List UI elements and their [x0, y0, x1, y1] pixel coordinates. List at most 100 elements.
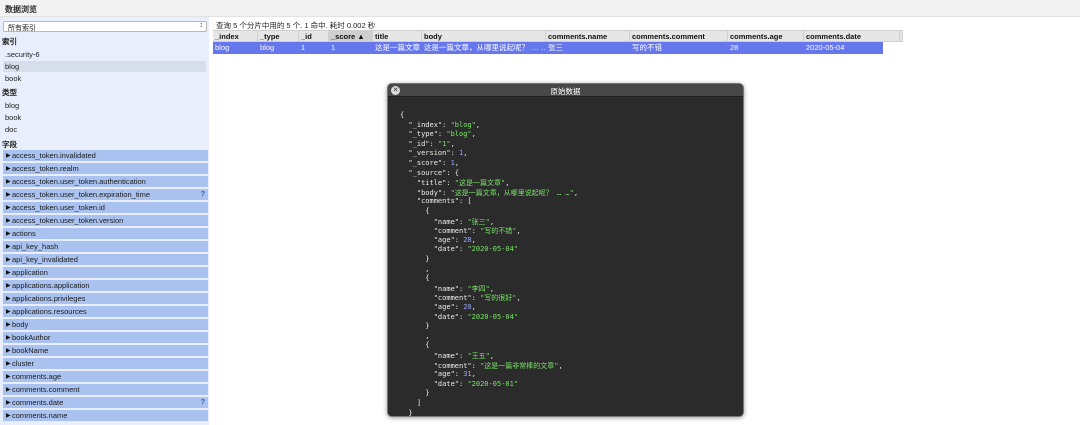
- field-item[interactable]: ▶ comments.comment: [3, 384, 208, 396]
- field-item[interactable]: ▶ applications.application: [3, 280, 208, 292]
- column-header-comments-age[interactable]: comments.age: [728, 30, 804, 42]
- field-item[interactable]: ▶ access_token.user_token.authentication: [3, 176, 208, 188]
- field-label: access_token.user_token.id: [12, 203, 105, 212]
- expand-triangle-icon[interactable]: ▶: [6, 410, 11, 422]
- result-cell-index[interactable]: blog: [213, 42, 258, 54]
- json-line: "_source": {: [400, 168, 460, 177]
- result-cell-comments-date[interactable]: 2020-05-04: [804, 42, 883, 54]
- json-line: "_index": "blog",: [400, 120, 481, 129]
- field-item[interactable]: ▶ bookAuthor: [3, 332, 208, 344]
- expand-triangle-icon[interactable]: ▶: [6, 150, 11, 162]
- result-cell-comments-name[interactable]: 张三: [546, 42, 630, 54]
- field-item[interactable]: ▶ access_token.user_token.version: [3, 215, 208, 227]
- json-line: {: [400, 274, 430, 283]
- field-item[interactable]: ▶ comments.name: [3, 410, 208, 422]
- field-label: comments.comment: [12, 385, 80, 394]
- json-line: }: [400, 322, 430, 331]
- field-item[interactable]: ▶ applications.privileges: [3, 293, 208, 305]
- index-item-security[interactable]: .security-6: [3, 49, 206, 60]
- index-item-blog[interactable]: blog: [3, 61, 206, 72]
- json-line: "comments": [: [400, 197, 472, 206]
- top-bar: 数据浏览: [0, 0, 1080, 17]
- json-line: ]: [400, 399, 422, 407]
- field-item[interactable]: ▶ api_key_hash: [3, 241, 208, 253]
- field-label: applications.privileges: [12, 294, 86, 303]
- result-cell-body[interactable]: 这是一篇文章，从哪里说起呢？ … …: [422, 42, 546, 54]
- expand-triangle-icon[interactable]: ▶: [6, 280, 11, 292]
- field-item[interactable]: ▶ comments.age: [3, 371, 208, 383]
- field-item[interactable]: ▶ api_key_invalidated: [3, 254, 208, 266]
- expand-triangle-icon[interactable]: ▶: [6, 254, 11, 266]
- field-help-icon[interactable]: ?: [201, 397, 205, 409]
- field-item[interactable]: ▶ body: [3, 319, 208, 331]
- field-label: body: [12, 320, 29, 329]
- app-title: 数据浏览: [5, 5, 37, 14]
- type-item-book[interactable]: book: [3, 112, 206, 123]
- column-header-type[interactable]: _type: [258, 30, 299, 42]
- json-line: {: [400, 207, 430, 215]
- column-header-body[interactable]: body: [422, 30, 546, 42]
- column-header-title[interactable]: title: [373, 30, 422, 42]
- field-item[interactable]: ▶ access_token.user_token.expiration_time…: [3, 189, 208, 201]
- field-label: api_key_invalidated: [12, 255, 78, 264]
- expand-triangle-icon[interactable]: ▶: [6, 176, 11, 188]
- field-item[interactable]: ▶ bookName: [3, 345, 208, 357]
- expand-triangle-icon[interactable]: ▶: [6, 202, 11, 214]
- result-cell-comments-age[interactable]: 28: [728, 42, 804, 54]
- json-line: }: [400, 389, 430, 398]
- field-label: bookAuthor: [12, 333, 51, 342]
- type-heading: 类型: [2, 88, 17, 97]
- field-item[interactable]: ▶ comments.date?: [3, 397, 208, 409]
- result-cell-id[interactable]: 1: [299, 42, 329, 54]
- expand-triangle-icon[interactable]: ▶: [6, 228, 11, 240]
- field-item[interactable]: ▶ applications.resources: [3, 306, 208, 318]
- index-select[interactable]: 所有索引 ↕: [3, 21, 207, 32]
- field-item[interactable]: ▶ access_token.realm: [3, 163, 208, 175]
- expand-triangle-icon[interactable]: ▶: [6, 267, 11, 279]
- json-line: "comment": "写的很好",: [400, 294, 521, 303]
- field-item[interactable]: ▶ cluster: [3, 358, 208, 370]
- json-line: "age": 20,: [400, 303, 476, 311]
- json-line: "_version": 1,: [400, 149, 468, 158]
- expand-triangle-icon[interactable]: ▶: [6, 319, 11, 331]
- result-cell-score[interactable]: 1: [329, 42, 373, 54]
- expand-triangle-icon[interactable]: ▶: [6, 345, 11, 357]
- field-item[interactable]: ▶ actions: [3, 228, 208, 240]
- column-header-comments-comment[interactable]: comments.comment: [630, 30, 728, 42]
- expand-triangle-icon[interactable]: ▶: [6, 189, 11, 201]
- field-label: applications.application: [12, 281, 90, 290]
- expand-triangle-icon[interactable]: ▶: [6, 163, 11, 175]
- result-cell-type[interactable]: blog: [258, 42, 299, 54]
- expand-triangle-icon[interactable]: ▶: [6, 358, 11, 370]
- column-header-comments-name[interactable]: comments.name: [546, 30, 630, 42]
- type-item-blog[interactable]: blog: [3, 100, 206, 111]
- field-item[interactable]: ▶ application: [3, 267, 208, 279]
- field-help-icon[interactable]: ?: [201, 189, 205, 201]
- index-item-book[interactable]: book: [3, 73, 206, 84]
- expand-triangle-icon[interactable]: ▶: [6, 241, 11, 253]
- column-header-id[interactable]: _id: [299, 30, 329, 42]
- json-line: "date": "2020-05-04": [400, 245, 519, 254]
- field-label: comments.date: [12, 398, 64, 407]
- field-item[interactable]: ▶ access_token.invalidated: [3, 150, 208, 162]
- expand-triangle-icon[interactable]: ▶: [6, 371, 11, 383]
- result-cell-title[interactable]: 这是一篇文章: [373, 42, 422, 54]
- type-item-doc[interactable]: doc: [3, 124, 206, 135]
- expand-triangle-icon[interactable]: ▶: [6, 306, 11, 318]
- field-label: applications.resources: [12, 307, 87, 316]
- result-cell-comments-comment[interactable]: 写的不错: [630, 42, 728, 54]
- field-item[interactable]: ▶ access_token.user_token.id: [3, 202, 208, 214]
- expand-triangle-icon[interactable]: ▶: [6, 293, 11, 305]
- expand-triangle-icon[interactable]: ▶: [6, 332, 11, 344]
- field-label: cluster: [12, 359, 35, 368]
- expand-triangle-icon[interactable]: ▶: [6, 397, 11, 409]
- json-line: "age": 31,: [400, 370, 476, 379]
- json-line: "comment": "写的不错",: [400, 227, 521, 236]
- expand-triangle-icon[interactable]: ▶: [6, 215, 11, 227]
- json-line: "date": "2020-05-01": [400, 379, 519, 388]
- expand-triangle-icon[interactable]: ▶: [6, 384, 11, 396]
- column-header-index[interactable]: _index: [213, 30, 258, 42]
- column-header-comments-date[interactable]: comments.date: [804, 30, 900, 42]
- field-label: comments.age: [12, 372, 62, 381]
- column-header-score[interactable]: _score ▲: [329, 30, 373, 42]
